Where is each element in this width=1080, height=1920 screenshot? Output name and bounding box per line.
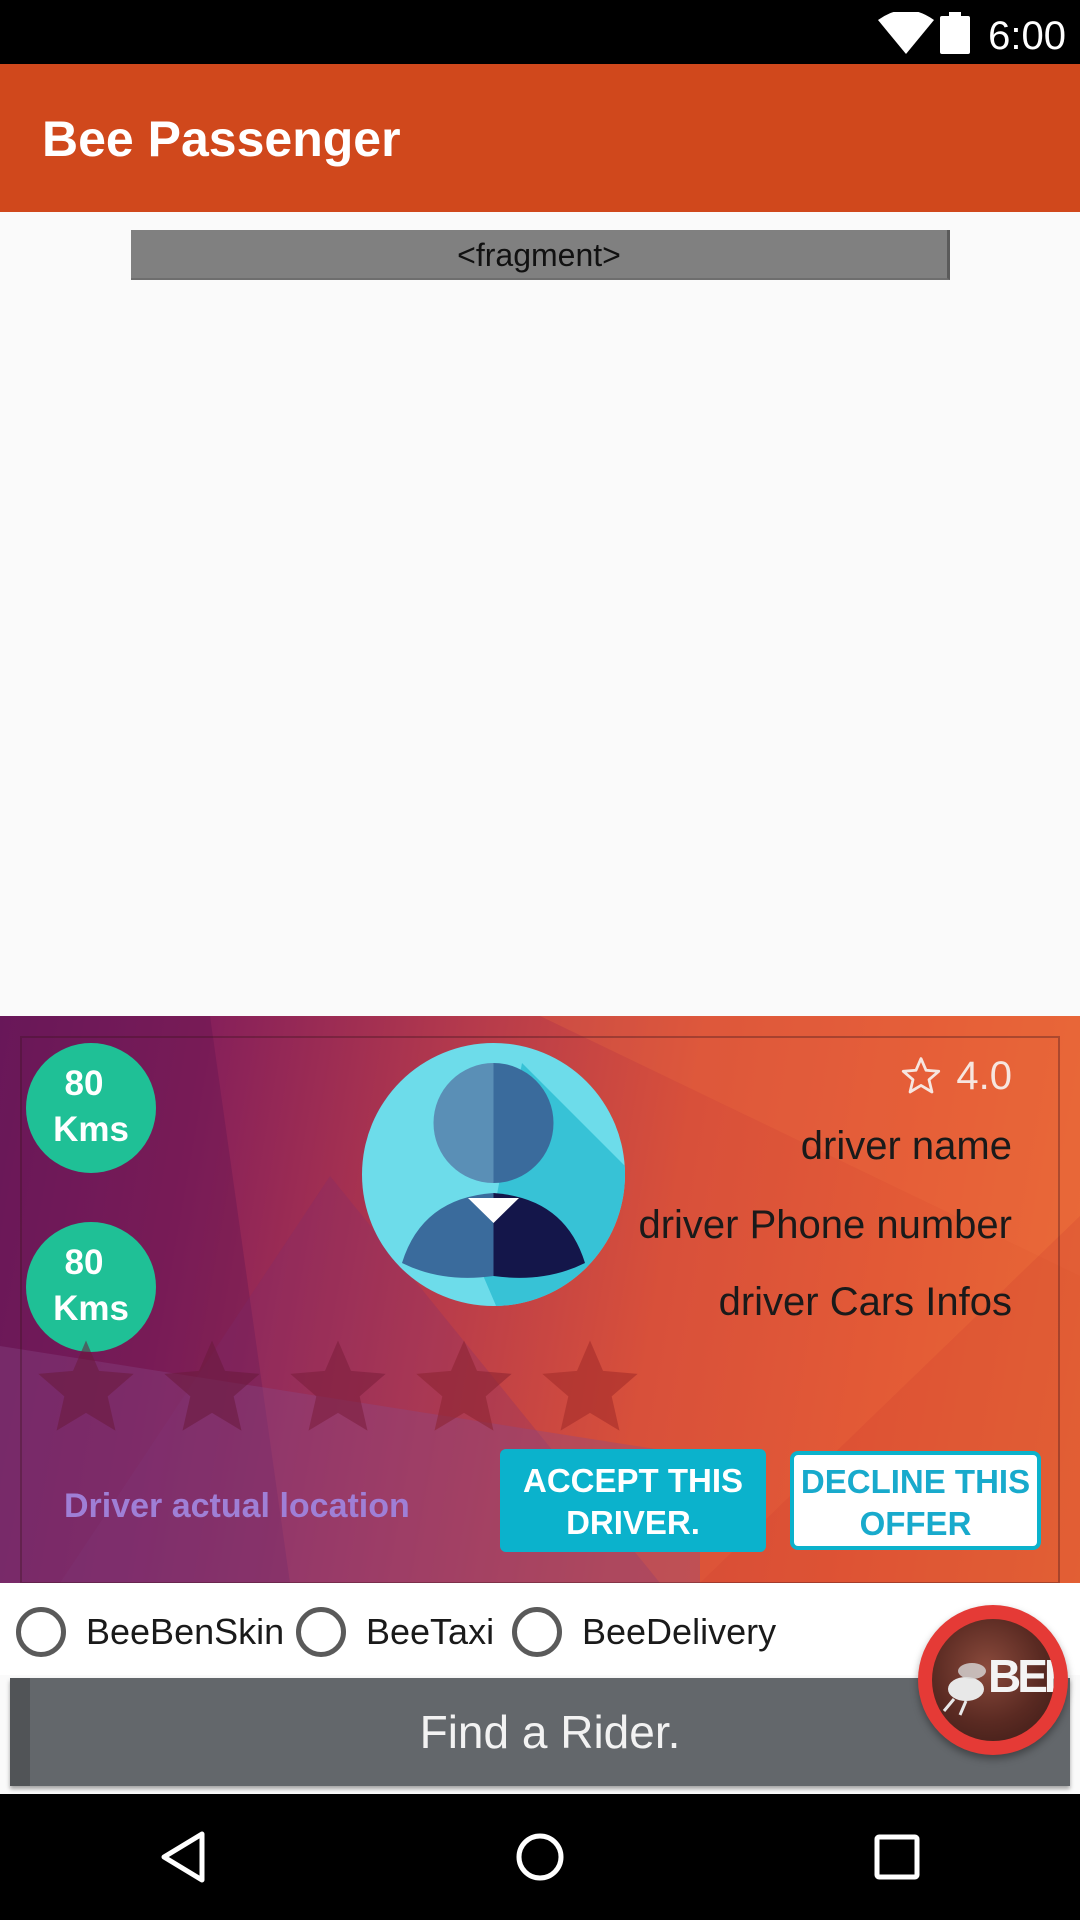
radio-beetaxi[interactable]: BeeTaxi [296,1607,494,1657]
find-rider-button[interactable]: Find a Rider. [10,1678,1070,1786]
bee-logo-icon: BEE [932,1619,1054,1741]
radio-label: BeeDelivery [582,1611,777,1652]
distance-badge: 80 Kms [26,1222,156,1352]
recents-icon[interactable] [874,1834,920,1880]
fragment-placeholder: <fragment> [131,230,950,280]
clock: 6:00 [988,14,1066,58]
radio-beedelivery[interactable]: BeeDelivery [512,1607,776,1657]
rating-value: 4.0 [956,1053,1012,1098]
bee-logo-button[interactable]: BEE [918,1605,1068,1755]
driver-cars-info: driver Cars Infos [718,1280,1012,1324]
decline-offer-button[interactable]: DECLINE THIS OFFER [790,1451,1041,1550]
star-icon[interactable] [286,1336,390,1436]
radio-button[interactable] [296,1607,346,1657]
distance-value: 80 [64,1064,104,1103]
service-selector: BeeBenSkin BeeTaxi BeeDelivery [0,1583,1080,1675]
back-icon[interactable] [158,1830,208,1884]
driver-rating: 4.0 [900,1052,1012,1100]
distance-unit: Kms [53,1110,129,1149]
home-icon[interactable] [514,1831,566,1883]
app-title: Bee Passenger [42,111,401,167]
system-nav-bar [0,1794,1080,1920]
distance-value: 80 [64,1243,104,1282]
star-icon[interactable] [412,1336,516,1436]
radio-button[interactable] [16,1607,66,1657]
logo-text: BEE [988,1650,1054,1702]
wifi-icon [878,12,934,54]
rating-bar[interactable] [34,1336,664,1436]
driver-name: driver name [800,1124,1012,1168]
star-outline-icon [902,1057,941,1094]
accept-driver-button[interactable]: ACCEPT THIS DRIVER. [500,1449,766,1552]
status-bar: 6:00 [0,0,1080,64]
driver-location-link[interactable]: Driver actual location [64,1484,410,1528]
radio-label: BeeTaxi [366,1611,495,1652]
radio-button[interactable] [512,1607,562,1657]
star-icon[interactable] [34,1336,138,1436]
radio-beebenskin[interactable]: BeeBenSkin [16,1607,284,1657]
distance-badge: 80 Kms [26,1043,156,1173]
star-icon[interactable] [538,1336,642,1436]
radio-label: BeeBenSkin [86,1611,285,1652]
star-icon[interactable] [160,1336,264,1436]
driver-phone: driver Phone number [638,1203,1012,1247]
driver-avatar-icon [362,1043,625,1306]
battery-icon [940,12,970,54]
distance-unit: Kms [53,1289,129,1328]
app-bar: Bee Passenger [0,64,1080,212]
